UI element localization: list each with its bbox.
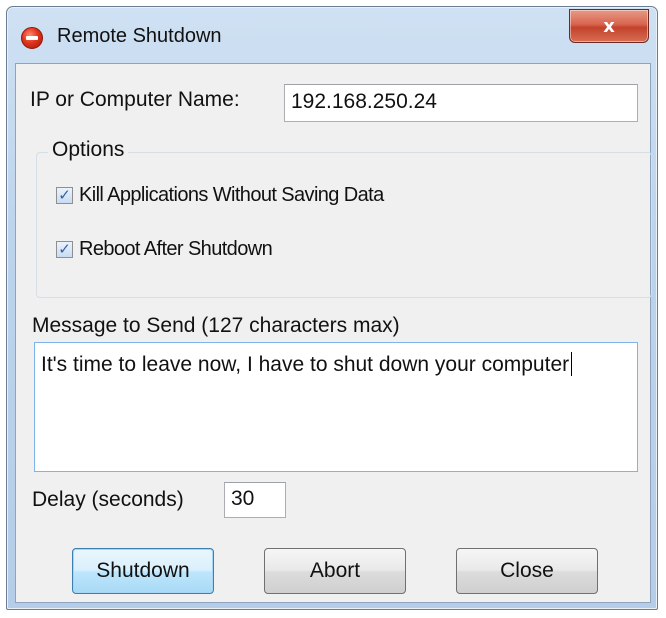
shutdown-button[interactable]: Shutdown — [72, 548, 214, 594]
reboot-checkbox[interactable]: ✓ — [56, 241, 73, 258]
close-button[interactable]: Close — [456, 548, 598, 594]
message-text: It's time to leave now, I have to shut d… — [41, 353, 570, 376]
title-bar[interactable]: Remote Shutdown x — [7, 7, 657, 63]
reboot-label: Reboot After Shutdown — [79, 238, 273, 260]
ip-label: IP or Computer Name: — [30, 88, 240, 111]
ip-input[interactable]: 192.168.250.24 — [284, 84, 638, 122]
abort-button[interactable]: Abort — [264, 548, 406, 594]
window-close-button[interactable]: x — [569, 9, 649, 43]
dialog-body: IP or Computer Name: 192.168.250.24 Opti… — [15, 63, 652, 603]
message-textarea[interactable]: It's time to leave now, I have to shut d… — [34, 342, 638, 472]
kill-apps-option[interactable]: ✓ Kill Applications Without Saving Data — [56, 184, 384, 207]
close-icon: x — [603, 15, 615, 37]
text-caret — [571, 352, 573, 376]
delay-label: Delay (seconds) — [32, 488, 184, 511]
window-title: Remote Shutdown — [57, 25, 222, 47]
options-group — [36, 152, 652, 298]
stop-icon — [21, 27, 43, 49]
reboot-option[interactable]: ✓ Reboot After Shutdown — [56, 238, 273, 261]
options-group-label: Options — [48, 138, 129, 162]
kill-apps-label: Kill Applications Without Saving Data — [79, 184, 384, 206]
kill-apps-checkbox[interactable]: ✓ — [56, 187, 73, 204]
remote-shutdown-window: Remote Shutdown x IP or Computer Name: 1… — [6, 6, 658, 610]
delay-input[interactable]: 30 — [224, 482, 286, 518]
message-label: Message to Send (127 characters max) — [32, 314, 400, 337]
